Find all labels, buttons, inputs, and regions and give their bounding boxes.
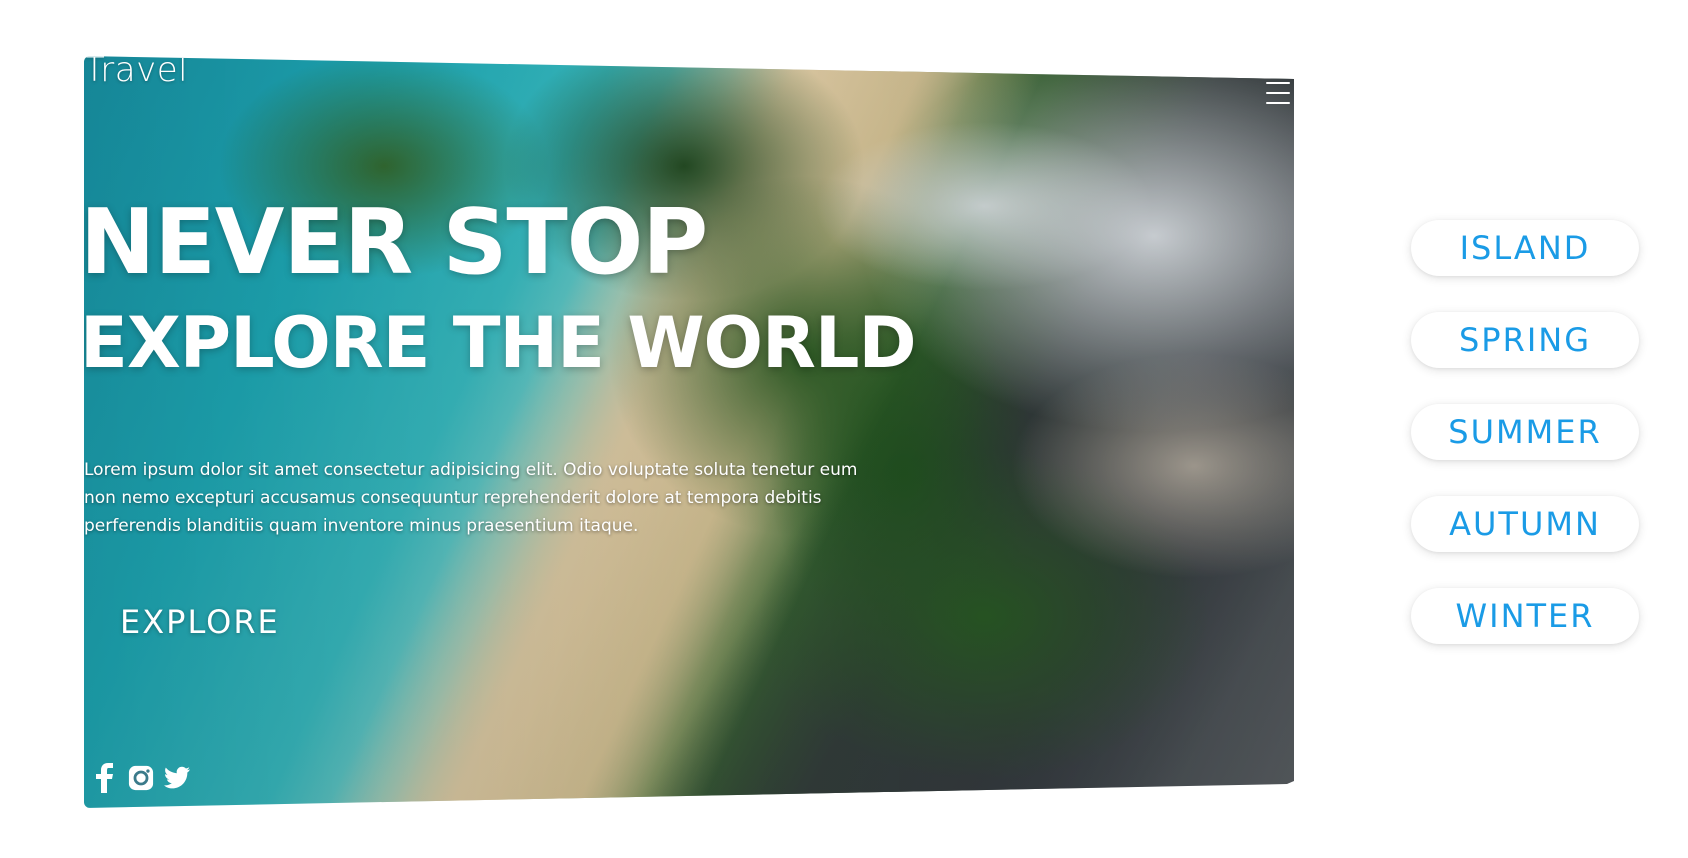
page: Travel NEVER STOP EXPLORE THE WORLD Lore… <box>0 0 1688 858</box>
season-button-spring[interactable]: SPRING <box>1411 312 1639 368</box>
hamburger-menu-icon[interactable] <box>1266 82 1290 104</box>
hero-headline-line2: EXPLORE THE WORLD <box>84 302 917 384</box>
season-button-autumn[interactable]: AUTUMN <box>1411 496 1639 552</box>
season-button-winter[interactable]: WINTER <box>1411 588 1639 644</box>
explore-button[interactable]: EXPLORE <box>120 603 280 641</box>
hero-panel: Travel NEVER STOP EXPLORE THE WORLD Lore… <box>84 56 1294 808</box>
season-button-island[interactable]: ISLAND <box>1411 220 1639 276</box>
hero-headline-line1: NEVER STOP <box>84 190 708 295</box>
facebook-icon[interactable] <box>92 763 118 793</box>
season-button-summer[interactable]: SUMMER <box>1411 404 1639 460</box>
social-links <box>92 763 190 793</box>
site-logo[interactable]: Travel <box>84 56 188 90</box>
instagram-icon[interactable] <box>128 763 154 793</box>
twitter-icon[interactable] <box>164 763 190 793</box>
season-menu: ISLAND SPRING SUMMER AUTUMN WINTER <box>1411 220 1641 680</box>
hero-description: Lorem ipsum dolor sit amet consectetur a… <box>84 460 858 536</box>
